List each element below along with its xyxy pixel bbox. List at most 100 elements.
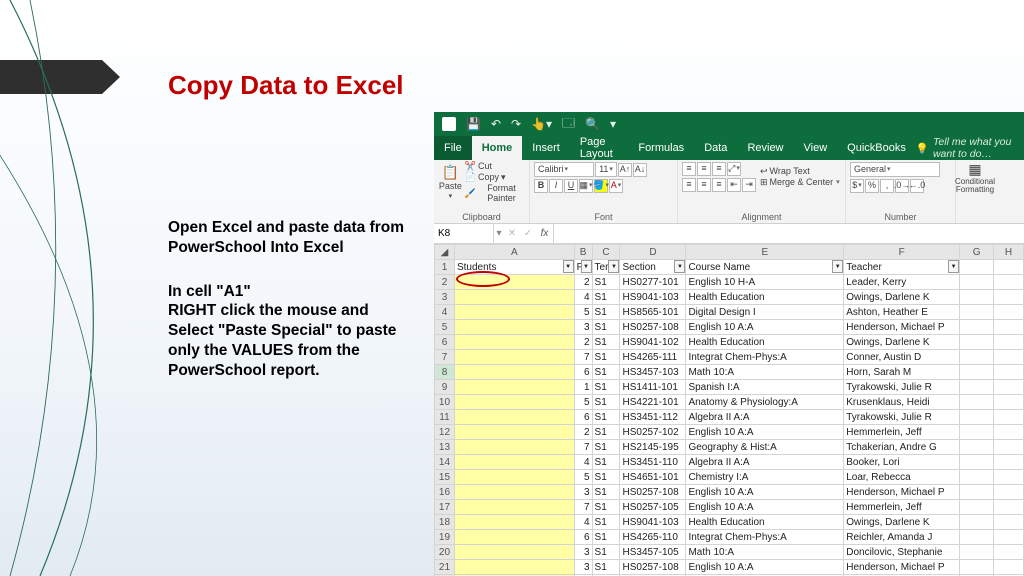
cell[interactable]: 2 <box>574 425 592 440</box>
tab-quickbooks[interactable]: QuickBooks <box>837 136 916 160</box>
cell[interactable]: Health Education <box>686 335 844 350</box>
cell[interactable]: Owings, Darlene K <box>844 515 960 530</box>
conditional-formatting-button[interactable]: ▦ Conditional Formatting <box>960 162 990 194</box>
table-row[interactable]: 34S1HS9041-103Health EducationOwings, Da… <box>435 290 1024 305</box>
cell[interactable] <box>994 260 1024 275</box>
cell[interactable]: Leader, Kerry <box>844 275 960 290</box>
cell[interactable] <box>454 380 574 395</box>
cell[interactable]: HS4265-111 <box>620 350 686 365</box>
align-right-button[interactable]: ≡ <box>712 178 726 192</box>
bold-button[interactable]: B <box>534 179 548 193</box>
cell[interactable]: S1 <box>592 290 620 305</box>
cell[interactable]: S1 <box>592 470 620 485</box>
row-header[interactable]: 20 <box>435 545 455 560</box>
italic-button[interactable]: I <box>549 179 563 193</box>
row-header[interactable]: 11 <box>435 410 455 425</box>
percent-format-button[interactable]: % <box>865 179 879 193</box>
cell[interactable] <box>960 530 994 545</box>
cell[interactable]: S1 <box>592 455 620 470</box>
cell[interactable]: Chemistry I:A <box>686 470 844 485</box>
touch-mode-icon[interactable]: 👆▾ <box>531 117 552 131</box>
tab-data[interactable]: Data <box>694 136 737 160</box>
row-header[interactable]: 13 <box>435 440 455 455</box>
enter-formula-icon[interactable]: ✓ <box>520 224 536 243</box>
cell[interactable]: Digital Design I <box>686 305 844 320</box>
cell[interactable]: S1 <box>592 425 620 440</box>
col-header-A[interactable]: A <box>454 245 574 260</box>
table-row[interactable]: 213S1HS0257-108English 10 A:AHenderson, … <box>435 560 1024 575</box>
filter-icon[interactable]: ▼ <box>563 260 574 273</box>
save-icon[interactable]: 💾 <box>466 117 481 131</box>
cell[interactable] <box>994 350 1024 365</box>
name-box[interactable]: K8 <box>434 224 494 243</box>
tab-insert[interactable]: Insert <box>522 136 570 160</box>
cell[interactable] <box>454 410 574 425</box>
cell[interactable] <box>994 305 1024 320</box>
cell[interactable]: Hemmerlein, Jeff <box>844 500 960 515</box>
cut-button[interactable]: ✂️Cut <box>465 162 492 172</box>
filter-icon[interactable]: ▼ <box>581 260 592 273</box>
decrease-indent-button[interactable]: ⇤ <box>727 178 741 192</box>
cell[interactable]: Loar, Rebecca <box>844 470 960 485</box>
cell[interactable] <box>960 560 994 575</box>
cell[interactable]: HS0257-108 <box>620 320 686 335</box>
cell[interactable]: 4 <box>574 515 592 530</box>
cell[interactable] <box>994 485 1024 500</box>
table-row[interactable]: 45S1HS8565-101Digital Design IAshton, He… <box>435 305 1024 320</box>
cell[interactable]: HS9041-103 <box>620 515 686 530</box>
paste-button[interactable]: 📋 Paste▾ <box>438 165 463 200</box>
cell[interactable]: 3 <box>574 560 592 575</box>
row-header[interactable]: 21 <box>435 560 455 575</box>
row-header[interactable]: 12 <box>435 425 455 440</box>
border-button[interactable]: ▦ <box>579 179 593 193</box>
row-header[interactable]: 5 <box>435 320 455 335</box>
cell[interactable]: English 10 H-A <box>686 275 844 290</box>
row-header[interactable]: 4 <box>435 305 455 320</box>
cell[interactable] <box>454 350 574 365</box>
cell[interactable]: Horn, Sarah M <box>844 365 960 380</box>
cell[interactable] <box>994 380 1024 395</box>
tell-me-input[interactable]: 💡Tell me what you want to do… <box>916 136 1024 160</box>
tab-home[interactable]: Home <box>472 136 523 160</box>
cell[interactable]: HS4221-101 <box>620 395 686 410</box>
cell[interactable]: HS2145-195 <box>620 440 686 455</box>
cell[interactable] <box>960 455 994 470</box>
cell[interactable] <box>960 320 994 335</box>
accounting-format-button[interactable]: $ <box>850 179 864 193</box>
cell[interactable] <box>454 395 574 410</box>
cell[interactable] <box>994 320 1024 335</box>
wrap-text-button[interactable]: ↩︎Wrap Text <box>760 167 810 177</box>
cell[interactable]: Owings, Darlene K <box>844 290 960 305</box>
align-center-button[interactable]: ≡ <box>697 178 711 192</box>
table-row[interactable]: 155S1HS4651-101Chemistry I:ALoar, Rebecc… <box>435 470 1024 485</box>
cell[interactable]: Conner, Austin D <box>844 350 960 365</box>
cell[interactable] <box>960 260 994 275</box>
row-header[interactable]: 9 <box>435 380 455 395</box>
row-header[interactable]: 16 <box>435 485 455 500</box>
cell[interactable] <box>454 290 574 305</box>
cell[interactable] <box>960 515 994 530</box>
cell[interactable]: Spanish I:A <box>686 380 844 395</box>
tab-formulas[interactable]: Formulas <box>628 136 694 160</box>
cell[interactable] <box>454 440 574 455</box>
font-size-select[interactable]: 11 <box>595 162 617 177</box>
formula-input[interactable] <box>554 224 1024 243</box>
cell[interactable]: Owings, Darlene K <box>844 335 960 350</box>
cell[interactable]: English 10 A:A <box>686 560 844 575</box>
cell[interactable]: 3 <box>574 545 592 560</box>
cell[interactable]: Algebra II A:A <box>686 410 844 425</box>
table-row[interactable]: 177S1HS0257-105English 10 A:AHemmerlein,… <box>435 500 1024 515</box>
shrink-font-button[interactable]: A↓ <box>633 163 647 177</box>
cell[interactable]: 7 <box>574 500 592 515</box>
cell[interactable]: HS3457-103 <box>620 365 686 380</box>
table-row[interactable]: 116S1HS3451-112Algebra II A:ATyrakowski,… <box>435 410 1024 425</box>
row-header[interactable]: 17 <box>435 500 455 515</box>
cell[interactable] <box>454 545 574 560</box>
cell[interactable]: Booker, Lori <box>844 455 960 470</box>
cell[interactable]: English 10 A:A <box>686 500 844 515</box>
cell[interactable] <box>994 410 1024 425</box>
table-row[interactable]: 196S1HS4265-110Integrat Chem-Phys:AReich… <box>435 530 1024 545</box>
cell[interactable] <box>960 275 994 290</box>
cell[interactable]: Reichler, Amanda J <box>844 530 960 545</box>
cell[interactable]: Section▼ <box>620 260 686 275</box>
